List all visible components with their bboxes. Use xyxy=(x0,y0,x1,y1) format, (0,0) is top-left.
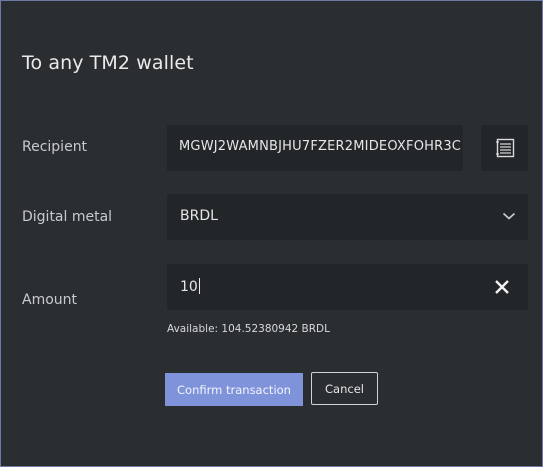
close-icon[interactable] xyxy=(494,279,510,295)
digital-metal-select[interactable]: BRDL xyxy=(167,194,528,240)
recipient-value: MGWJ2WAMNBJHU7FZER2MIDEOXFOHR3C xyxy=(179,139,462,154)
amount-value: 10 xyxy=(180,278,200,295)
amount-input[interactable]: 10 xyxy=(167,264,528,310)
cancel-button[interactable]: Cancel xyxy=(311,372,378,405)
digital-metal-value: BRDL xyxy=(180,208,218,224)
address-book-button[interactable] xyxy=(481,125,528,171)
address-book-icon xyxy=(495,138,514,158)
recipient-label: Recipient xyxy=(22,139,88,155)
digital-metal-label: Digital metal xyxy=(22,209,113,225)
amount-label: Amount xyxy=(22,292,78,308)
available-balance: Available: 104.52380942 BRDL xyxy=(167,323,330,335)
transfer-dialog: To any TM2 wallet Recipient MGWJ2WAMNBJH… xyxy=(0,0,543,467)
recipient-input[interactable]: MGWJ2WAMNBJHU7FZER2MIDEOXFOHR3C xyxy=(167,125,463,171)
dialog-title: To any TM2 wallet xyxy=(22,52,194,74)
chevron-down-icon xyxy=(502,212,516,220)
confirm-transaction-button[interactable]: Confirm transaction xyxy=(165,373,303,406)
text-caret xyxy=(198,278,200,294)
